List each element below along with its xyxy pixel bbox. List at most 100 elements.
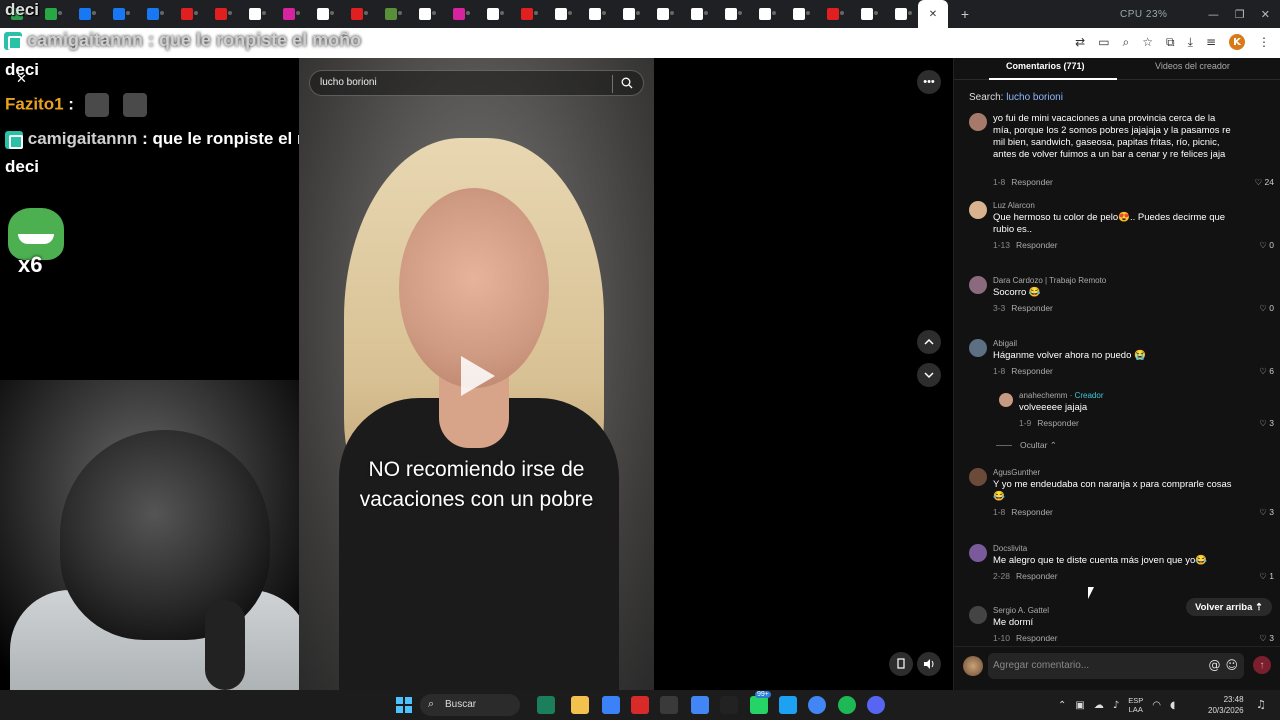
like-button[interactable]: ♡ 3 (1259, 633, 1274, 644)
wifi-icon[interactable]: ◠ (1152, 700, 1161, 711)
new-tab-button[interactable]: + (948, 0, 982, 28)
taskbar-app-icon[interactable] (537, 696, 555, 714)
browser-tab[interactable] (850, 0, 884, 28)
browser-tab[interactable] (136, 0, 170, 28)
comment-author[interactable]: Dara Cardozo | Trabajo Remoto (993, 276, 1106, 285)
menu-kebab-icon[interactable]: ⋮ (1258, 35, 1270, 49)
tab-close-icon[interactable] (364, 11, 368, 15)
taskbar-app-icon[interactable] (571, 696, 589, 714)
profile-avatar[interactable]: K (1229, 34, 1245, 50)
taskbar-app-icon[interactable] (602, 696, 620, 714)
browser-tab[interactable] (34, 0, 68, 28)
tab-close-icon[interactable] (330, 11, 334, 15)
taskbar-app-icon[interactable] (838, 696, 856, 714)
comment-author[interactable]: Docslivita (993, 544, 1027, 553)
minimize-button[interactable]: — (1208, 8, 1219, 21)
browser-tab[interactable] (306, 0, 340, 28)
tab-close-icon[interactable] (92, 11, 96, 15)
language-indicator[interactable]: ESP LAA (1128, 696, 1143, 714)
tab-close-icon[interactable] (126, 11, 130, 15)
taskbar-app-icon[interactable] (808, 696, 826, 714)
browser-tab[interactable] (782, 0, 816, 28)
taskbar-app-icon[interactable] (660, 696, 678, 714)
translate-icon[interactable]: ⇄ (1075, 35, 1085, 49)
like-button[interactable]: ♡ 3 (1259, 418, 1274, 429)
browser-tab[interactable] (884, 0, 918, 28)
browser-tab[interactable] (374, 0, 408, 28)
tab-close-icon[interactable] (908, 11, 912, 15)
mention-icon[interactable]: @ (1208, 658, 1220, 672)
onedrive-icon[interactable]: ☁ (1094, 700, 1104, 711)
tab-close-icon[interactable] (840, 11, 844, 15)
reply-button[interactable]: Responder (1011, 366, 1053, 376)
download-icon[interactable]: ⤓ (1188, 35, 1193, 50)
browser-tab[interactable] (340, 0, 374, 28)
tab-close-icon[interactable] (262, 11, 266, 15)
tab-close-icon[interactable] (772, 11, 776, 15)
avatar[interactable] (999, 393, 1013, 407)
browser-tab[interactable] (476, 0, 510, 28)
reply-button[interactable]: Responder (1011, 177, 1053, 187)
browser-tab[interactable] (442, 0, 476, 28)
reply-button[interactable]: Responder (1016, 240, 1058, 250)
like-button[interactable]: ♡ 0 (1259, 303, 1274, 314)
browser-tab[interactable] (748, 0, 782, 28)
tab-close-icon[interactable] (534, 11, 538, 15)
taskbar-app-icon[interactable] (867, 696, 885, 714)
tab-creator-videos[interactable]: Videos del creador (1155, 61, 1230, 71)
chevron-up-icon[interactable]: ⌃ (1058, 700, 1066, 711)
tab-close-icon[interactable] (670, 11, 674, 15)
tab-close-icon[interactable]: ✕ (929, 9, 937, 20)
browser-tab[interactable] (408, 0, 442, 28)
hide-replies-button[interactable]: Ocultar ⌃ (996, 440, 1057, 451)
taskbar-app-icon[interactable] (750, 696, 768, 714)
send-button[interactable]: ↑ (1253, 656, 1271, 674)
active-browser-tab[interactable]: ✕ (918, 0, 948, 28)
video-player[interactable]: lucho borioni NO recomiendo irse de vaca… (299, 58, 654, 690)
tab-close-icon[interactable] (194, 11, 198, 15)
tab-close-icon[interactable] (160, 11, 164, 15)
tab-close-icon[interactable] (296, 11, 300, 15)
tray-app-icon[interactable]: ▣ (1075, 700, 1084, 711)
volume-button[interactable] (917, 652, 941, 676)
tab-close-icon[interactable] (466, 11, 470, 15)
browser-tab[interactable] (646, 0, 680, 28)
tab-close-icon[interactable] (398, 11, 402, 15)
avatar[interactable] (969, 606, 987, 624)
taskbar-app-icon[interactable] (691, 696, 709, 714)
reply-button[interactable]: Responder (1016, 571, 1058, 581)
comment-author[interactable]: Sergio A. Gattel (993, 606, 1049, 615)
mic-icon[interactable]: ♪ (1113, 700, 1119, 711)
like-button[interactable]: ♡ 24 (1255, 177, 1274, 188)
extensions-icon[interactable]: ⧉ (1166, 35, 1175, 50)
avatar[interactable] (969, 544, 987, 562)
taskbar-app-icon[interactable] (720, 696, 738, 714)
avatar[interactable] (969, 201, 987, 219)
browser-tab[interactable] (238, 0, 272, 28)
video-search-input[interactable]: lucho borioni (320, 77, 377, 88)
comment-author[interactable]: Luz Alarcon (993, 201, 1035, 210)
tab-close-icon[interactable] (500, 11, 504, 15)
close-overlay-icon[interactable]: ✕ (16, 72, 27, 87)
emoji-icon[interactable]: ☺ (1225, 658, 1238, 672)
taskbar-app-icon[interactable] (779, 696, 797, 714)
reply-button[interactable]: Responder (1037, 418, 1079, 428)
tab-close-icon[interactable] (602, 11, 606, 15)
like-button[interactable]: ♡ 3 (1259, 507, 1274, 518)
browser-tab[interactable] (816, 0, 850, 28)
like-button[interactable]: ♡ 0 (1259, 240, 1274, 251)
browser-tab[interactable] (170, 0, 204, 28)
cast-icon[interactable]: ▭ (1098, 35, 1109, 49)
avatar[interactable] (969, 468, 987, 486)
taskbar-search[interactable]: ⌕ Buscar (420, 694, 520, 716)
play-icon[interactable] (461, 356, 495, 396)
browser-tab[interactable] (102, 0, 136, 28)
browser-tab[interactable] (578, 0, 612, 28)
search-term-link[interactable]: lucho borioni (1006, 92, 1063, 103)
previous-video-button[interactable] (917, 330, 941, 354)
start-button[interactable] (396, 697, 412, 713)
back-to-top-button[interactable]: Volver arriba ⇡ (1186, 598, 1272, 616)
report-button[interactable] (889, 652, 913, 676)
tab-close-icon[interactable] (806, 11, 810, 15)
more-options-button[interactable]: ••• (917, 70, 941, 94)
